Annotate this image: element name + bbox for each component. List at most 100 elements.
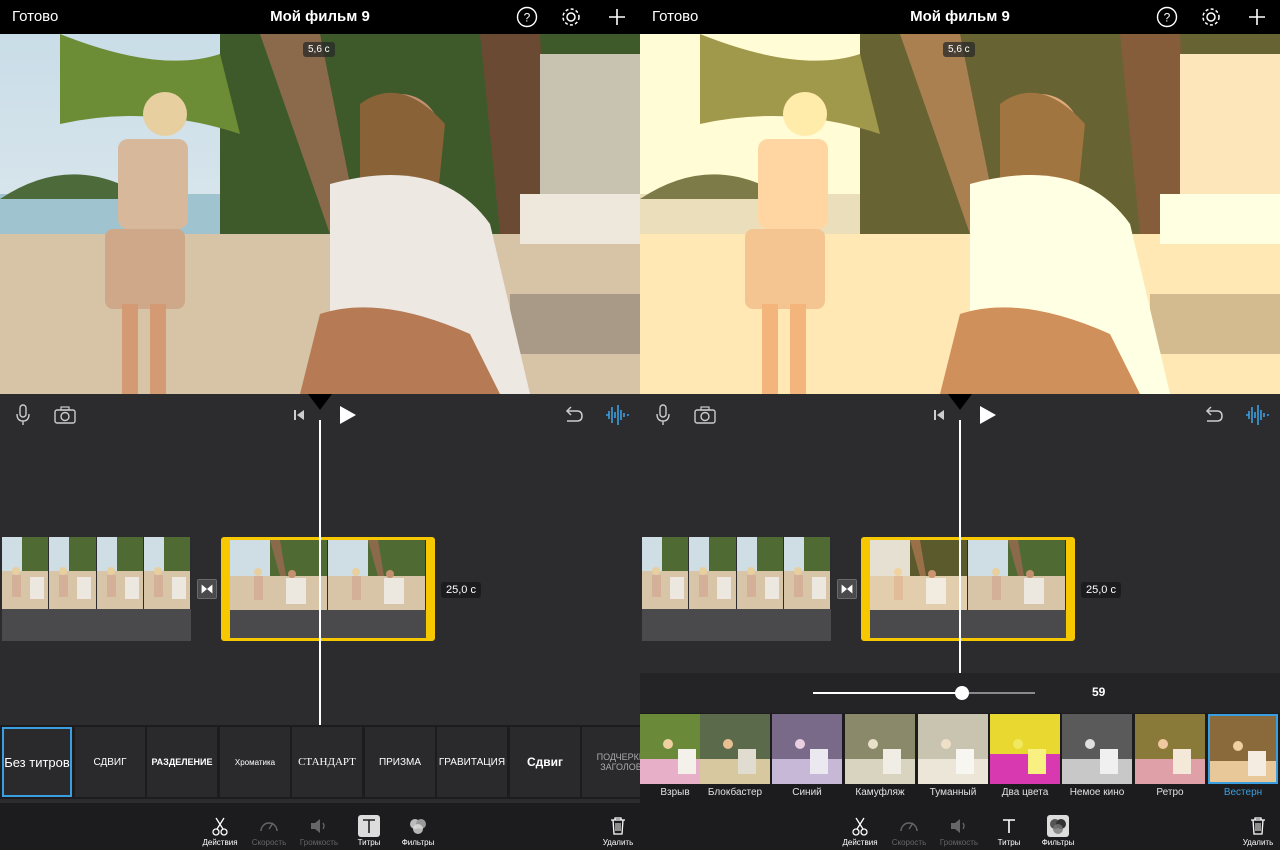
slider-value: 59 — [1092, 685, 1106, 699]
skip-to-start-icon[interactable] — [286, 402, 312, 428]
filter-item-nemoe-kino[interactable]: Немое кино — [1062, 713, 1132, 803]
title-style-tile[interactable]: РАЗДЕЛЕНИЕ — [147, 727, 217, 797]
speaker-icon — [951, 819, 965, 833]
titles-tab[interactable]: Титры — [341, 815, 397, 847]
filters-tab[interactable]: Фильтры — [390, 815, 446, 847]
filter-label: Камуфляж — [855, 787, 905, 798]
text-t-icon — [1003, 819, 1015, 833]
preview-duration-badge: 5,6 с — [943, 42, 975, 57]
top-bar: Готово Мой фильм 9 ? — [640, 0, 1280, 34]
trash-icon — [611, 817, 625, 835]
top-bar: Готово Мой фильм 9 ? — [0, 0, 640, 34]
titles-label: Титры — [997, 838, 1021, 847]
transition-icon[interactable] — [197, 579, 217, 599]
volume-tab[interactable]: Громкость — [931, 815, 987, 847]
slider-knob[interactable] — [954, 686, 969, 700]
camera-icon[interactable] — [692, 402, 718, 428]
title-style-tile[interactable]: СТАНДАРТ — [292, 727, 362, 797]
scissors-icon — [212, 817, 228, 836]
text-t-icon — [358, 815, 380, 837]
filters-strip: Взрыв Блокбастер Синий Камуфляж Туманный… — [640, 713, 1280, 803]
filter-item-dva-tsveta[interactable]: Два цвета — [990, 713, 1060, 803]
delete-label: Удалить — [602, 838, 634, 847]
filter-label: Вестерн — [1223, 787, 1263, 798]
volume-tab[interactable]: Громкость — [291, 815, 347, 847]
volume-label: Громкость — [939, 838, 979, 847]
add-plus-icon[interactable] — [606, 6, 628, 28]
filter-label: Туманный — [929, 787, 977, 798]
clip-duration-badge: 25,0 с — [1081, 582, 1121, 598]
svg-text:?: ? — [1164, 11, 1171, 25]
filter-item-tumanny[interactable]: Туманный — [918, 713, 988, 803]
filter-intensity-bar: 59 — [640, 673, 1280, 713]
volume-label: Громкость — [299, 838, 339, 847]
filter-item-retro[interactable]: Ретро — [1135, 713, 1205, 803]
filter-label: Ретро — [1156, 787, 1184, 798]
delete-button[interactable]: Удалить — [1230, 815, 1280, 847]
project-title: Мой фильм 9 — [910, 8, 1010, 25]
timeline-clip-1[interactable] — [2, 537, 191, 641]
speed-label: Скорость — [251, 838, 287, 847]
filter-label: Два цвета — [1001, 787, 1049, 798]
filters-tab[interactable]: Фильтры — [1030, 815, 1086, 847]
filter-label: Синий — [792, 787, 822, 798]
beach-scene-image — [0, 34, 640, 394]
clip-thumbnail — [2, 537, 50, 609]
audio-waveform-icon[interactable] — [1244, 402, 1270, 428]
microphone-icon[interactable] — [650, 402, 676, 428]
clip-thumbnail — [143, 537, 191, 609]
clip-thumbnail — [96, 537, 144, 609]
playhead-line[interactable] — [959, 420, 961, 675]
timeline-clip-selected[interactable] — [221, 537, 435, 641]
clip-thumbnail — [49, 537, 97, 609]
speedometer-icon — [900, 822, 918, 832]
filter-label: Блокбастер — [707, 787, 763, 798]
titles-label: Титры — [357, 838, 381, 847]
title-style-tile[interactable]: Сдвиг — [510, 727, 580, 797]
add-plus-icon[interactable] — [1246, 6, 1268, 28]
video-preview: 5,6 с — [0, 34, 640, 394]
filter-item-blockbuster[interactable]: Блокбастер — [700, 713, 770, 803]
delete-button[interactable]: Удалить — [590, 815, 640, 847]
transition-icon[interactable] — [837, 579, 857, 599]
help-icon[interactable]: ? — [516, 6, 538, 28]
clip-thumbnail — [230, 540, 328, 610]
microphone-icon[interactable] — [10, 402, 36, 428]
playhead-line[interactable] — [319, 420, 321, 725]
actions-tab[interactable]: Действия — [832, 815, 888, 847]
svg-text:?: ? — [524, 11, 531, 25]
title-style-tile[interactable]: Хроматика — [220, 727, 290, 797]
bottom-toolbar: Действия Скорость Громкость Титры Фильтр… — [640, 803, 1280, 850]
speed-tab[interactable]: Скорость — [881, 815, 937, 847]
bottom-toolbar: Действия Скорость Громкость Титры Фильтр… — [0, 803, 640, 850]
settings-gear-icon[interactable] — [1200, 6, 1222, 28]
help-icon[interactable]: ? — [1156, 6, 1178, 28]
filter-item-kamuflyazh[interactable]: Камуфляж — [845, 713, 915, 803]
actions-tab[interactable]: Действия — [192, 815, 248, 847]
settings-gear-icon[interactable] — [560, 6, 582, 28]
filter-label: Немое кино — [1069, 787, 1125, 798]
timeline-clip-selected[interactable] — [861, 537, 1075, 641]
trash-icon — [1251, 817, 1265, 835]
title-style-tile[interactable]: ПОДЧЕРКН ЗАГОЛОВ — [582, 727, 640, 797]
play-icon[interactable] — [334, 402, 360, 428]
undo-icon[interactable] — [560, 402, 586, 428]
clip-thumbnail — [328, 540, 426, 610]
speed-label: Скорость — [891, 838, 927, 847]
undo-icon[interactable] — [1200, 402, 1226, 428]
filter-item-western[interactable]: Вестерн — [1208, 713, 1278, 803]
title-style-tile[interactable]: ПРИЗМА — [365, 727, 435, 797]
filter-item-siniy[interactable]: Синий — [772, 713, 842, 803]
title-style-none[interactable]: Без титров — [2, 727, 72, 797]
titles-tab[interactable]: Титры — [981, 815, 1037, 847]
skip-to-start-icon[interactable] — [926, 402, 952, 428]
camera-icon[interactable] — [52, 402, 78, 428]
timeline-clip-1[interactable] — [642, 537, 831, 641]
audio-waveform-icon[interactable] — [604, 402, 630, 428]
play-icon[interactable] — [974, 402, 1000, 428]
speed-tab[interactable]: Скорость — [241, 815, 297, 847]
clip-thumbnail — [689, 537, 737, 609]
title-style-tile[interactable]: ГРАВИТАЦИЯ — [437, 727, 507, 797]
title-style-tile[interactable]: СДВИГ — [75, 727, 145, 797]
filter-intensity-slider[interactable] — [813, 686, 1035, 700]
